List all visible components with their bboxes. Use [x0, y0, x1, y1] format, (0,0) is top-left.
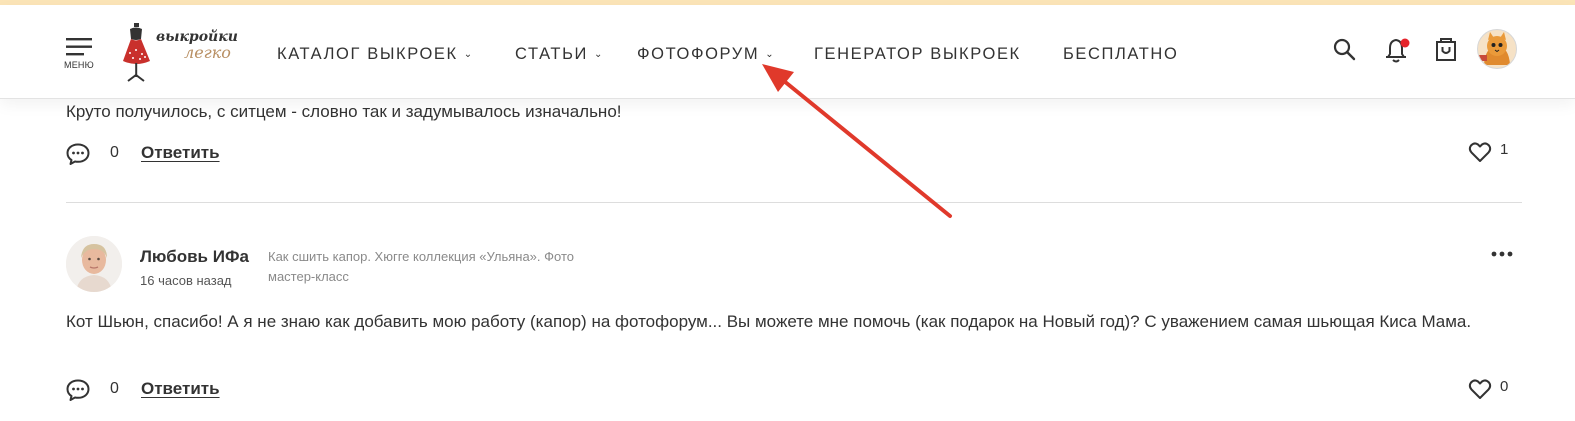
logo-text-bottom: легко	[184, 43, 231, 62]
author-photo	[66, 236, 122, 292]
heart-icon	[1468, 379, 1492, 399]
likes-count: 1	[1500, 141, 1509, 158]
menu-label: МЕНЮ	[64, 60, 94, 70]
comment-actions: 0 Ответить	[66, 378, 266, 402]
bell-icon[interactable]	[1382, 35, 1412, 65]
comment-actions: 0 Ответить	[66, 142, 266, 166]
author-avatar[interactable]	[66, 236, 122, 292]
comment-text: Кот Шьюн, спасибо! А я не знаю как добав…	[66, 312, 1472, 331]
comment-divider	[66, 202, 1522, 203]
nav-item-label: СТАТЬИ	[515, 45, 588, 63]
nav-item-label: КАТАЛОГ ВЫКРОЕК	[277, 45, 458, 63]
comment-bubble-icon[interactable]	[66, 142, 90, 166]
heart-icon	[1468, 142, 1492, 162]
nav-item-label: ФОТОФОРУМ	[637, 45, 760, 63]
comment-bubble-icon[interactable]	[66, 378, 90, 402]
nav-item-photoforum[interactable]: ФОТОФОРУМ ⌄	[637, 41, 774, 68]
nav-item-label: БЕСПЛАТНО	[1063, 45, 1179, 63]
nav-item-pattern-generator[interactable]: ГЕНЕРАТОР ВЫКРОЕК	[814, 41, 1021, 67]
nav-item-articles[interactable]: СТАТЬИ ⌄	[515, 41, 602, 68]
chevron-down-icon: ⌄	[765, 49, 774, 60]
comment-text: Круто получилось, с ситцем - словно так …	[66, 102, 622, 121]
replies-count: 0	[110, 380, 119, 397]
site-logo[interactable]: выкройки легко	[120, 23, 250, 85]
comment-author[interactable]: Любовь ИФа	[140, 247, 249, 267]
likes-count: 0	[1500, 378, 1509, 395]
like-button[interactable]: 1	[1468, 141, 1518, 165]
nav-item-label: ГЕНЕРАТОР ВЫКРОЕК	[814, 45, 1021, 63]
cart-icon[interactable]	[1433, 37, 1459, 63]
replies-count: 0	[110, 144, 119, 161]
comment-topic-link[interactable]: Как сшить капор. Хюгге коллекция «Ульяна…	[268, 247, 608, 287]
reply-button[interactable]: Ответить	[141, 379, 220, 399]
chevron-down-icon: ⌄	[593, 49, 603, 60]
comment-time: 16 часов назад	[140, 273, 232, 288]
nav-item-catalog[interactable]: КАТАЛОГ ВЫКРОЕК ⌄	[277, 41, 472, 68]
more-options-icon[interactable]	[1490, 250, 1514, 258]
like-button[interactable]: 0	[1468, 378, 1518, 402]
dress-form-icon	[123, 23, 150, 82]
reply-button[interactable]: Ответить	[141, 143, 220, 163]
hamburger-icon	[66, 38, 92, 56]
search-icon[interactable]	[1332, 37, 1356, 61]
chevron-down-icon: ⌄	[463, 49, 473, 60]
avatar[interactable]	[1477, 29, 1517, 69]
nav-item-free[interactable]: БЕСПЛАТНО	[1063, 41, 1178, 67]
menu-button[interactable]: МЕНЮ	[64, 38, 96, 74]
site-header: МЕНЮ выкройки легко КАТАЛОГ ВЫКРОЕК ⌄ СТА…	[0, 5, 1575, 99]
